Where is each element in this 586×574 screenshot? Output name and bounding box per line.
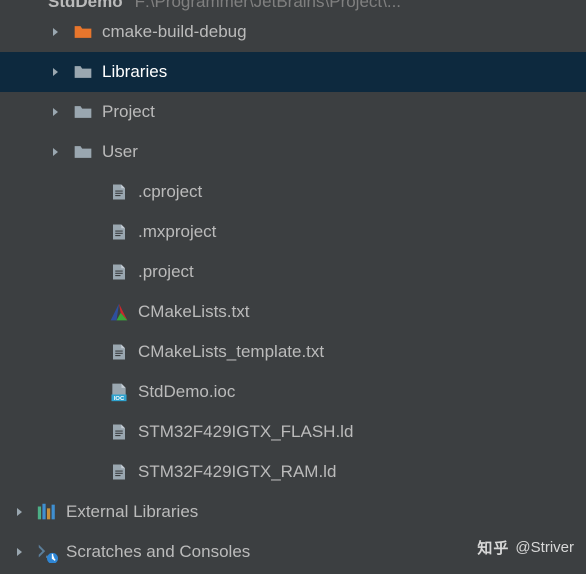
tree-item-label: CMakeLists_template.txt (138, 332, 324, 372)
tree-item[interactable]: Libraries (0, 52, 586, 92)
tree-item-label: User (102, 132, 138, 172)
watermark: 知乎 @Striver (477, 537, 574, 558)
folder-gray-icon (72, 61, 94, 83)
project-tree: cmake-build-debugLibrariesProjectUser.cp… (0, 12, 586, 572)
tree-item[interactable]: CMakeLists_template.txt (0, 332, 586, 372)
file-text-icon (108, 421, 130, 443)
tree-item-label: CMakeLists.txt (138, 292, 249, 332)
chevron-right-icon[interactable] (48, 104, 64, 120)
tree-item-label: cmake-build-debug (102, 12, 247, 52)
chevron-right-icon[interactable] (12, 504, 28, 520)
tree-item[interactable]: .cproject (0, 172, 586, 212)
chevron-right-icon[interactable] (48, 24, 64, 40)
tree-item[interactable]: .mxproject (0, 212, 586, 252)
tree-item[interactable]: User (0, 132, 586, 172)
file-text-icon (108, 221, 130, 243)
scratches-icon (36, 541, 58, 563)
tree-item-label: .project (138, 252, 194, 292)
tree-item-label: STM32F429IGTX_FLASH.ld (138, 412, 353, 452)
tree-item-label: .mxproject (138, 212, 216, 252)
chevron-right-icon[interactable] (48, 144, 64, 160)
watermark-site: 知乎 (477, 537, 509, 558)
folder-gray-icon (72, 101, 94, 123)
folder-orange-icon (72, 21, 94, 43)
tree-item-label: StdDemo.ioc (138, 372, 235, 412)
chevron-right-icon[interactable] (12, 544, 28, 560)
root-name: StdDemo (48, 0, 123, 12)
file-text-icon (108, 181, 130, 203)
cmake-icon (108, 301, 130, 323)
svg-text:IOC: IOC (114, 396, 125, 402)
tree-item-label: Project (102, 92, 155, 132)
root-path: F:\Programmer\JetBrains\Project\... (135, 0, 401, 12)
file-text-icon (108, 461, 130, 483)
tree-item[interactable]: cmake-build-debug (0, 12, 586, 52)
watermark-user: @Striver (515, 539, 574, 556)
ioc-icon: IOC (108, 381, 130, 403)
tree-item[interactable]: STM32F429IGTX_RAM.ld (0, 452, 586, 492)
tree-item[interactable]: Project (0, 92, 586, 132)
project-root[interactable]: StdDemo F:\Programmer\JetBrains\Project\… (0, 0, 586, 12)
chevron-right-icon[interactable] (48, 64, 64, 80)
tree-item[interactable]: CMakeLists.txt (0, 292, 586, 332)
file-text-icon (108, 341, 130, 363)
tree-item[interactable]: IOC StdDemo.ioc (0, 372, 586, 412)
tree-item[interactable]: External Libraries (0, 492, 586, 532)
tree-item-label: Scratches and Consoles (66, 532, 250, 572)
file-text-icon (108, 261, 130, 283)
tree-item[interactable]: .project (0, 252, 586, 292)
tree-item-label: Libraries (102, 52, 167, 92)
ext-lib-icon (36, 501, 58, 523)
tree-item-label: External Libraries (66, 492, 198, 532)
tree-item-label: .cproject (138, 172, 202, 212)
tree-item[interactable]: STM32F429IGTX_FLASH.ld (0, 412, 586, 452)
tree-item-label: STM32F429IGTX_RAM.ld (138, 452, 336, 492)
folder-gray-icon (72, 141, 94, 163)
